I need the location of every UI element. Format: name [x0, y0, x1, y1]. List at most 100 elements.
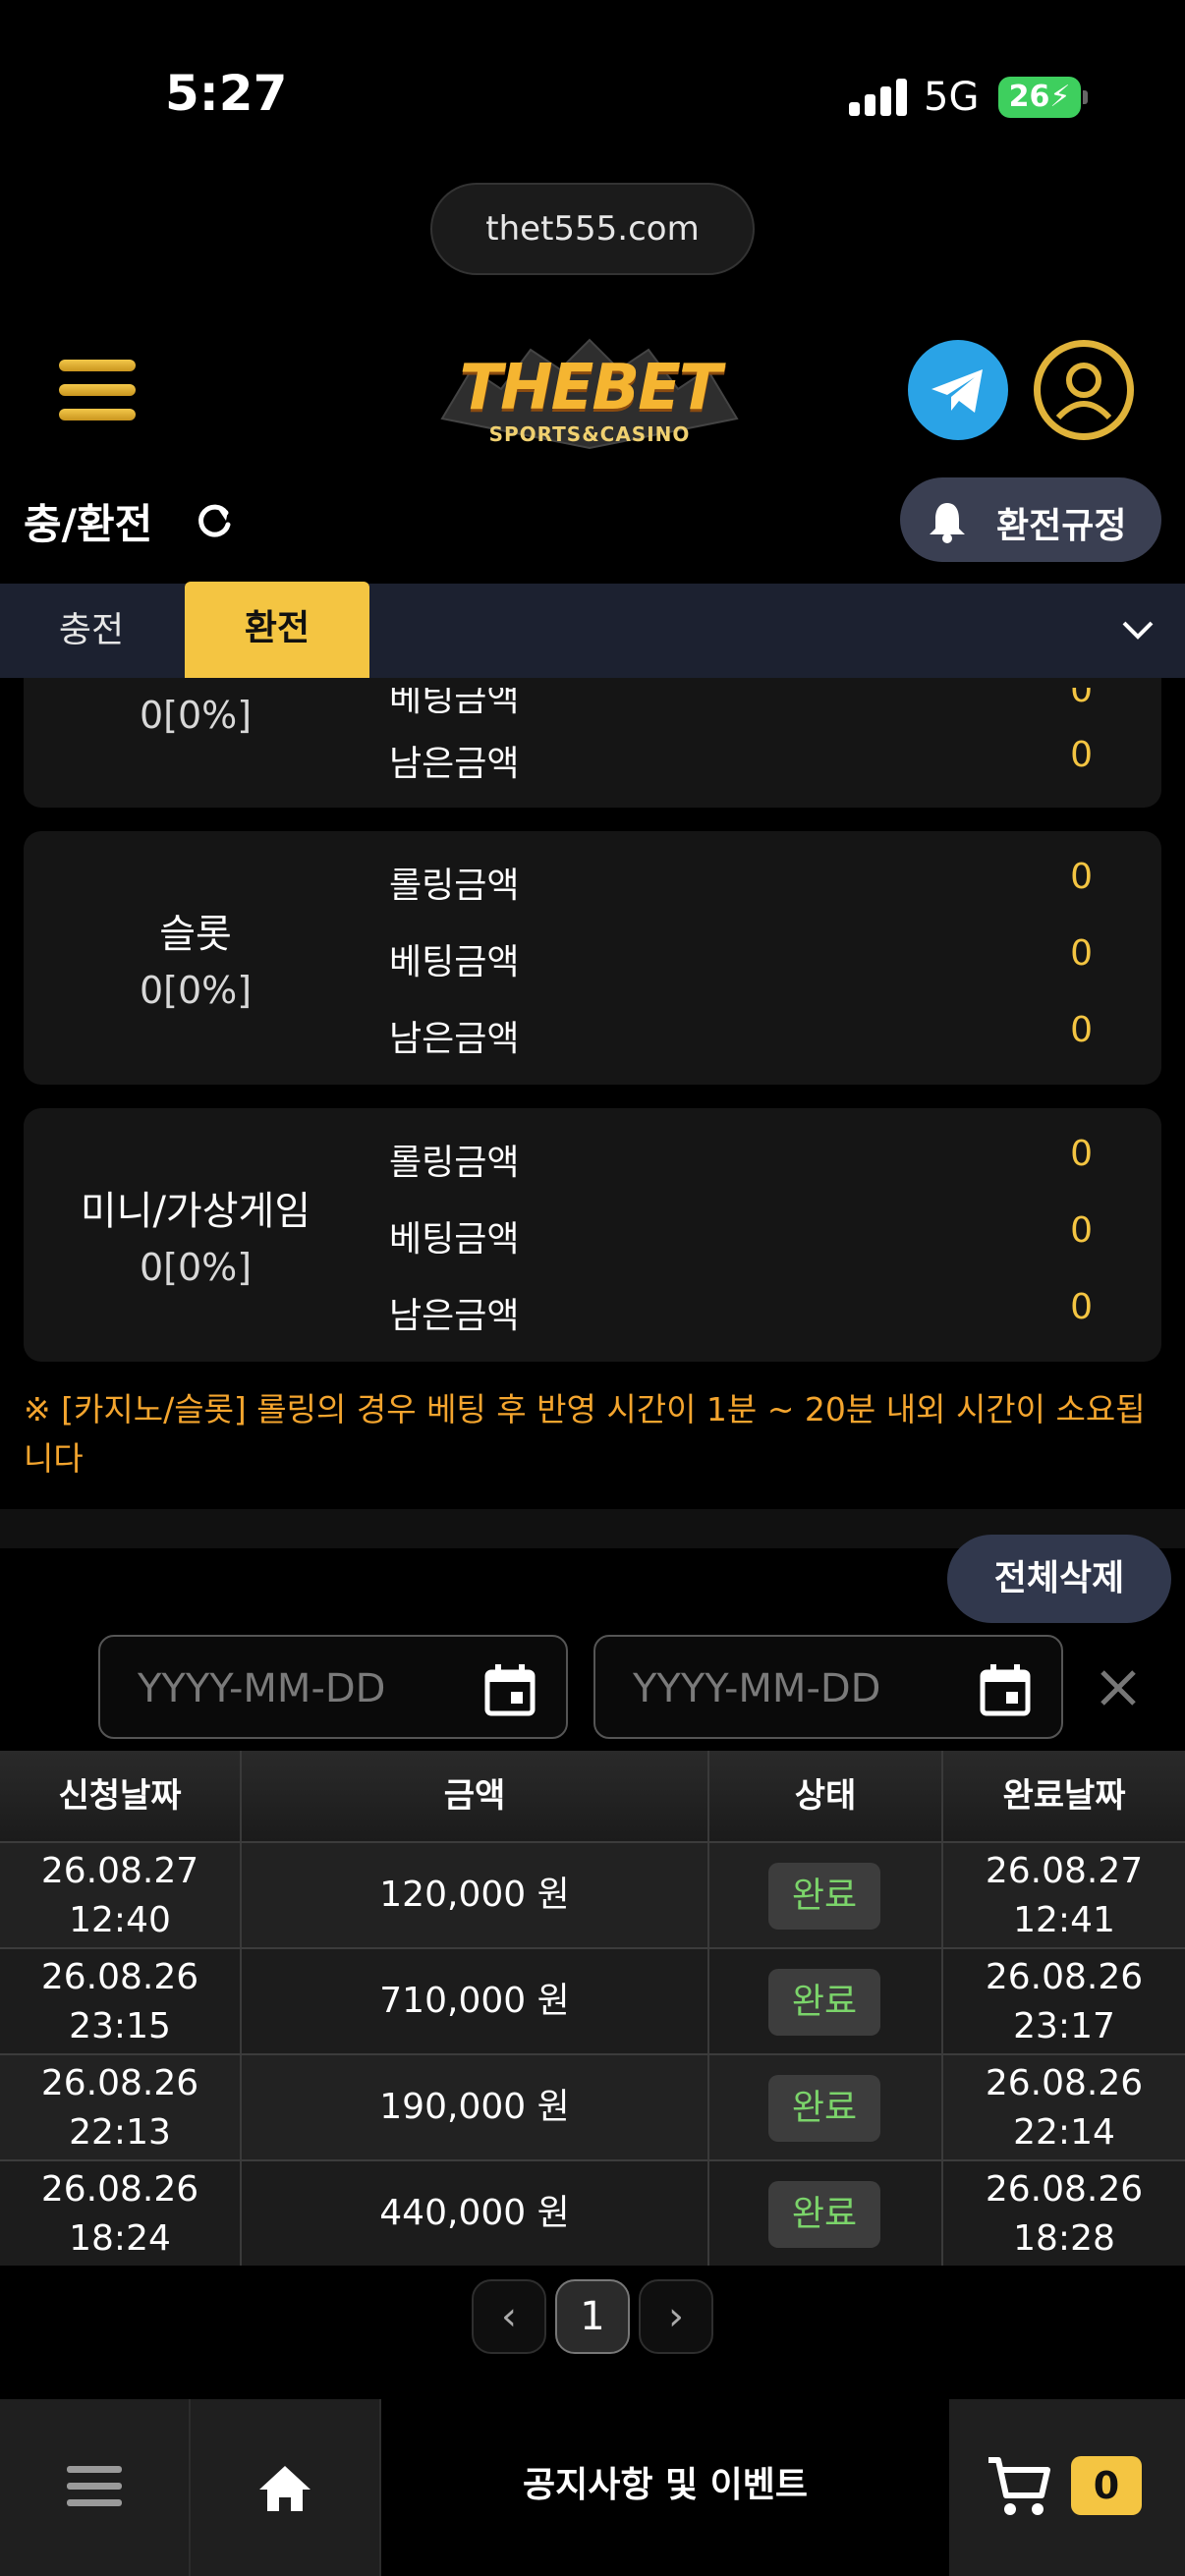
table-header: 신청날짜 금액 상태 완료날짜 [0, 1751, 1185, 1841]
request-datetime: 26.08.26 18:24 [0, 2161, 242, 2266]
delete-all-button[interactable]: 전체삭제 [947, 1535, 1171, 1623]
request-date: 26.08.27 [40, 1851, 199, 1891]
amount: 120,000 원 [242, 1843, 709, 1947]
table-row: 26.08.26 23:15 710,000 원 완료 26.08.26 23:17 [0, 1947, 1185, 2053]
request-time: 22:13 [69, 2112, 171, 2153]
status-badge: 완료 [768, 2181, 880, 2248]
battery-level: 26 [1008, 80, 1050, 114]
complete-date: 26.08.26 [985, 2063, 1144, 2103]
amount: 710,000 원 [242, 1949, 709, 2053]
calendar-icon[interactable] [483, 1662, 536, 1717]
table-row: 26.08.26 18:24 440,000 원 완료 26.08.26 18:28 [0, 2159, 1185, 2266]
row-value-remaining: 0 [1070, 735, 1093, 775]
rolling-card-casino: 0[0%] 베팅금액 0 남은금액 0 [24, 678, 1161, 808]
col-request-date: 신청날짜 [0, 1751, 242, 1841]
logo[interactable]: THEBET SPORTS&CASINO [432, 330, 747, 458]
calendar-icon[interactable] [979, 1662, 1032, 1717]
amount: 190,000 원 [242, 2055, 709, 2159]
complete-datetime: 26.08.26 18:28 [943, 2161, 1185, 2266]
complete-time: 23:17 [1013, 2006, 1115, 2046]
request-datetime: 26.08.26 23:15 [0, 1949, 242, 2053]
complete-datetime: 26.08.26 22:14 [943, 2055, 1185, 2159]
menu-icon [67, 2466, 122, 2506]
col-amount: 금액 [242, 1751, 709, 1841]
category-percent: 0[0%] [139, 969, 253, 1012]
cart-button[interactable]: 0 [949, 2399, 1185, 2576]
row-label-rolling: 롤링금액 [389, 1143, 520, 1183]
status-badge: 완료 [768, 2075, 880, 2142]
start-date-field[interactable] [98, 1635, 568, 1739]
status-cell: 완료 [709, 2161, 943, 2266]
user-profile-icon[interactable] [1034, 340, 1134, 440]
next-page-button[interactable]: › [639, 2279, 713, 2354]
telegram-icon[interactable] [908, 340, 1008, 440]
col-complete-date: 완료날짜 [1002, 1776, 1126, 1816]
row-value-remaining: 0 [1070, 1287, 1093, 1327]
category-name: 슬롯 [159, 912, 232, 957]
refresh-icon[interactable] [193, 499, 236, 542]
rolling-card-slot: 슬롯 0[0%] 롤링금액 0 베팅금액 0 남은금액 0 [24, 831, 1161, 1085]
row-value-betting: 0 [1070, 1210, 1093, 1251]
cart-icon [988, 2457, 1050, 2515]
logo-subtext: SPORTS&CASINO [488, 422, 691, 446]
chevron-down-icon[interactable] [1120, 617, 1156, 644]
complete-time: 18:28 [1013, 2218, 1115, 2259]
request-datetime: 26.08.26 22:13 [0, 2055, 242, 2159]
request-date: 26.08.26 [40, 1957, 199, 1997]
table-row: 26.08.27 12:40 120,000 원 완료 26.08.27 12:41 [0, 1841, 1185, 1947]
prev-page-button[interactable]: ‹ [472, 2279, 546, 2354]
signal-icon [849, 79, 908, 116]
row-label-betting: 베팅금액 [389, 679, 520, 719]
complete-date: 26.08.26 [985, 2169, 1144, 2210]
row-label-betting: 베팅금액 [389, 942, 520, 982]
bottom-menu-button[interactable] [0, 2399, 191, 2576]
battery-icon: 26⚡ [998, 77, 1081, 118]
bell-icon [930, 503, 965, 543]
row-label-remaining: 남은금액 [389, 1019, 520, 1059]
row-value-rolling: 0 [1070, 1134, 1093, 1174]
complete-time: 12:41 [1013, 1900, 1115, 1940]
category-name: 미니/가상게임 [80, 1189, 311, 1234]
url-bar[interactable]: thet555.com [430, 183, 755, 275]
cart-count-badge: 0 [1071, 2456, 1142, 2515]
status-badge: 완료 [768, 1969, 880, 2036]
tab-exchange[interactable]: 환전 [185, 582, 369, 678]
request-date: 26.08.26 [40, 2169, 199, 2210]
page-1-button[interactable]: 1 [555, 2279, 630, 2354]
status-cell: 완료 [709, 1949, 943, 2053]
status-cell: 완료 [709, 1843, 943, 1947]
start-date-input[interactable] [138, 1660, 432, 1717]
complete-date: 26.08.26 [985, 1957, 1144, 1997]
request-time: 12:40 [69, 1900, 171, 1940]
row-value-betting: 0 [1070, 933, 1093, 974]
rolling-notice: ※ [카지노/슬롯] 롤링의 경우 베팅 후 반영 시간이 1분 ~ 20분 내… [24, 1390, 1146, 1478]
request-time: 23:15 [69, 2006, 171, 2046]
end-date-input[interactable] [633, 1660, 928, 1717]
complete-time: 22:14 [1013, 2112, 1115, 2153]
status-badge: 완료 [768, 1863, 880, 1930]
battery-nub [1083, 90, 1088, 104]
bottom-nav: 공지사항 및 이벤트 0 [0, 2399, 1185, 2576]
category-percent: 0[0%] [139, 1246, 253, 1289]
hamburger-menu-icon[interactable] [59, 360, 136, 420]
complete-date: 26.08.27 [985, 1851, 1144, 1891]
exchange-rules-label: 환전규정 [996, 506, 1127, 546]
tab-charge[interactable]: 충전 [0, 584, 183, 678]
network-label: 5G [924, 75, 980, 120]
request-date: 26.08.26 [40, 2063, 199, 2103]
row-label-remaining: 남은금액 [389, 1296, 520, 1336]
row-label-betting: 베팅금액 [389, 1219, 520, 1260]
rolling-card-mini-virtual: 미니/가상게임 0[0%] 롤링금액 0 베팅금액 0 남은금액 0 [24, 1108, 1161, 1362]
request-datetime: 26.08.27 12:40 [0, 1843, 242, 1947]
end-date-field[interactable] [593, 1635, 1063, 1739]
home-icon [259, 2466, 310, 2511]
notice-events-button[interactable]: 공지사항 및 이벤트 [381, 2399, 949, 2576]
clear-dates-icon[interactable] [1095, 1664, 1142, 1711]
status-bar: 5:27 5G 26⚡ [0, 0, 1185, 157]
col-status: 상태 [709, 1751, 943, 1841]
exchange-rules-button[interactable]: 환전규정 [900, 477, 1161, 562]
home-button[interactable] [191, 2399, 381, 2576]
tab-bar: 충전 환전 [0, 582, 1185, 678]
status-time: 5:27 [165, 65, 288, 122]
table-row: 26.08.26 22:13 190,000 원 완료 26.08.26 22:14 [0, 2053, 1185, 2159]
